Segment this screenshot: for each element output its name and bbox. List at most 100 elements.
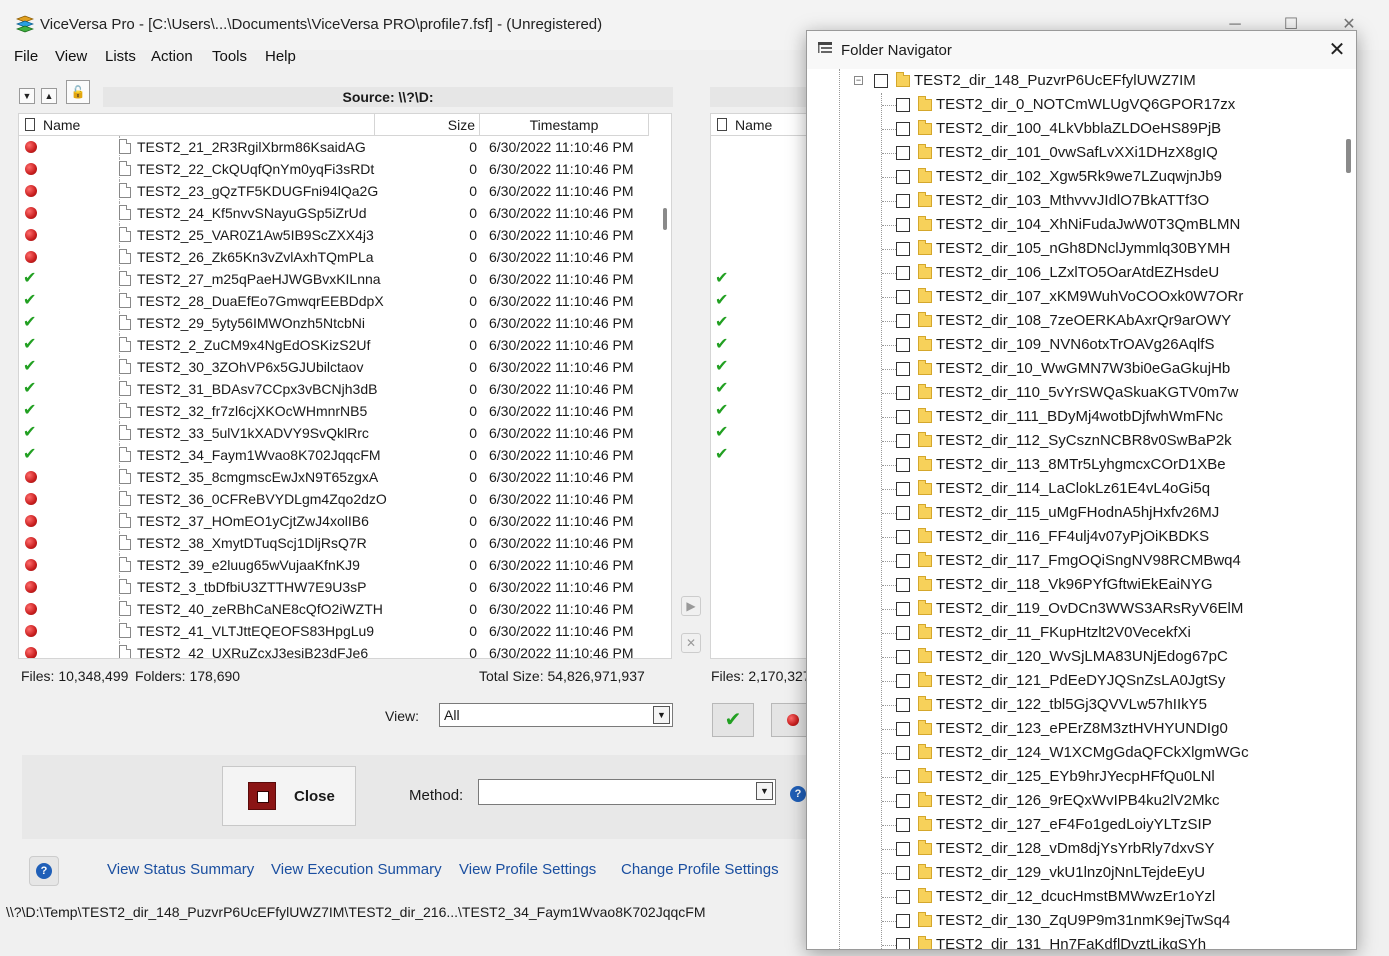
tree-item[interactable]: TEST2_dir_12_dcucHmstBMWwzEr1oYzl (807, 885, 1343, 909)
column-header-size[interactable]: Size (375, 114, 480, 136)
folder-tree-scrollbar[interactable] (1343, 69, 1356, 949)
source-scrollbar[interactable] (659, 136, 671, 658)
tree-item[interactable]: TEST2_dir_119_OvDCn3WWS3ARsRyV6ElM (807, 597, 1343, 621)
view-select[interactable]: All ▼ (439, 703, 673, 727)
table-row[interactable]: ✔ TEST2_33_5ulV1kXADVY9SvQklRrc 0 6/30/2022… (19, 422, 659, 444)
table-row[interactable]: TEST2_42_UXRuZcxJ3esiB23dFJe6 0 6/30/2022 … (19, 642, 659, 658)
folder-tree-scroll-thumb[interactable] (1346, 139, 1351, 173)
source-scroll-thumb[interactable] (663, 208, 667, 230)
menu-lists[interactable]: Lists (105, 48, 136, 65)
table-row[interactable]: ✔ TEST2_31_BDAsv7CCpx3vBCNjh3dB 0 6/30/2022… (19, 378, 659, 400)
menu-file[interactable]: File (14, 48, 38, 65)
table-row[interactable]: TEST2_22_CkQUqfQnYm0yqFi3sRDt 0 6/30/2022 … (19, 158, 659, 180)
tree-item[interactable]: TEST2_dir_107_xKM9WuhVoCOOxk0W7ORr (807, 285, 1343, 309)
link-change-profile-settings[interactable]: Change Profile Settings (621, 861, 779, 878)
tree-item[interactable]: TEST2_dir_129_vkU1lnz0jNnLTejdeEyU (807, 861, 1343, 885)
folder-checkbox[interactable] (896, 674, 910, 688)
tree-item[interactable]: TEST2_dir_121_PdEeDYJQSnZsLA0JgtSy (807, 669, 1343, 693)
tree-item[interactable]: TEST2_dir_101_0vwSafLvXXi1DHzX8gIQ (807, 141, 1343, 165)
tree-item[interactable]: TEST2_dir_122_tbl5Gj3QVVLw57hIIkY5 (807, 693, 1343, 717)
chevron-down-icon[interactable]: ▼ (756, 782, 773, 800)
folder-checkbox[interactable] (896, 866, 910, 880)
folder-checkbox[interactable] (896, 146, 910, 160)
folder-checkbox[interactable] (896, 794, 910, 808)
chevron-down-icon[interactable]: ▼ (653, 706, 670, 724)
table-row[interactable]: TEST2_25_VAR0Z1Aw5IB9ScZXX4j3 0 6/30/2022 … (19, 224, 659, 246)
folder-checkbox[interactable] (896, 626, 910, 640)
table-row[interactable]: TEST2_23_gQzTF5KDUGFni94lQa2G 0 6/30/2022 … (19, 180, 659, 202)
tree-item[interactable]: TEST2_dir_108_7zeOERKAbAxrQr9arOWY (807, 309, 1343, 333)
table-row[interactable]: TEST2_24_Kf5nvvSNayuGSp5iZrUd 0 6/30/2022 … (19, 202, 659, 224)
folder-checkbox[interactable] (896, 194, 910, 208)
folder-checkbox[interactable] (896, 938, 910, 949)
folder-checkbox[interactable] (896, 482, 910, 496)
help-button[interactable]: ? (29, 856, 59, 886)
menu-help[interactable]: Help (265, 48, 296, 65)
scroll-down-button[interactable]: ▼ (19, 88, 35, 104)
table-row[interactable]: TEST2_3_tbDfbiU3ZTTHW7E9U3sP 0 6/30/2022 1… (19, 576, 659, 598)
folder-checkbox[interactable] (896, 434, 910, 448)
folder-checkbox[interactable] (896, 218, 910, 232)
tree-item[interactable]: TEST2_dir_112_SyCsznNCBR8v0SwBaP2k (807, 429, 1343, 453)
tree-item[interactable]: TEST2_dir_126_9rEQxWvIPB4ku2lV2Mkc (807, 789, 1343, 813)
link-view-execution-summary[interactable]: View Execution Summary (271, 861, 442, 878)
tree-item[interactable]: TEST2_dir_0_NOTCmWLUgVQ6GPOR17zx (807, 93, 1343, 117)
tree-item[interactable]: TEST2_dir_10_WwGMN7W3bi0eGaGkujHb (807, 357, 1343, 381)
folder-tree[interactable]: − TEST2_dir_148_PuzvrP6UcEFfylUWZ7IM TEST2… (807, 69, 1343, 949)
folder-checkbox[interactable] (896, 530, 910, 544)
folder-checkbox[interactable] (896, 338, 910, 352)
menu-view[interactable]: View (55, 48, 87, 65)
table-row[interactable]: TEST2_39_e2luug65wVujaaKfnKJ9 0 6/30/2022 … (19, 554, 659, 576)
tree-item[interactable]: TEST2_dir_127_eF4Fo1gedLoiyYLTzSIP (807, 813, 1343, 837)
tree-item[interactable]: TEST2_dir_105_nGh8DNclJymmlq30BYMH (807, 237, 1343, 261)
tree-item[interactable]: TEST2_dir_124_W1XCMgGdaQFCkXlgmWGc (807, 741, 1343, 765)
tree-item[interactable]: TEST2_dir_104_XhNiFudaJwW0T3QmBLMN (807, 213, 1343, 237)
folder-checkbox[interactable] (896, 290, 910, 304)
folder-checkbox[interactable] (896, 746, 910, 760)
table-row[interactable]: TEST2_21_2R3RgilXbrm86KsaidAG 0 6/30/2022 … (19, 136, 659, 158)
source-file-list[interactable]: Name Size Timestamp TEST2_21_2R3RgilXbrm… (18, 113, 672, 659)
folder-checkbox[interactable] (896, 98, 910, 112)
table-row[interactable]: TEST2_38_XmytDTuqScj1DljRsQ7R 0 6/30/2022 … (19, 532, 659, 554)
scroll-up-button[interactable]: ▲ (41, 88, 57, 104)
tree-item[interactable]: TEST2_dir_123_ePErZ8M3ztHVHYUNDIg0 (807, 717, 1343, 741)
folder-checkbox[interactable] (896, 362, 910, 376)
target-file-list[interactable]: Name ✔ ✔ ✔ ✔ ✔ ✔ ✔ ✔ ✔ (710, 113, 810, 659)
folder-checkbox[interactable] (874, 74, 888, 88)
table-row[interactable]: TEST2_37_HOmEO1yCjtZwJ4xolIB6 0 6/30/2022 … (19, 510, 659, 532)
copy-right-button[interactable]: ▶ (681, 596, 701, 616)
tree-item[interactable]: TEST2_dir_11_FKupHtzlt2V0VecekfXi (807, 621, 1343, 645)
tree-item[interactable]: TEST2_dir_113_8MTr5LyhgmcxCOrD1XBe (807, 453, 1343, 477)
folder-checkbox[interactable] (896, 554, 910, 568)
folder-checkbox[interactable] (896, 890, 910, 904)
folder-checkbox[interactable] (896, 122, 910, 136)
tree-item[interactable]: TEST2_dir_109_NVN6otxTrOAVg26AqlfS (807, 333, 1343, 357)
tree-root-item[interactable]: − TEST2_dir_148_PuzvrP6UcEFfylUWZ7IM (807, 69, 1343, 93)
column-header-name[interactable]: Name (19, 114, 375, 136)
folder-checkbox[interactable] (896, 650, 910, 664)
table-row[interactable]: ✔ TEST2_28_DuaEfEo7GmwqrEEBDdpX 0 6/30/2022… (19, 290, 659, 312)
table-row[interactable]: ✔ TEST2_27_m25qPaeHJWGBvxKILnna 0 6/30/2022… (19, 268, 659, 290)
table-row[interactable]: ✔ TEST2_34_Faym1Wvao8K702JqqcFM 0 6/30/2022… (19, 444, 659, 466)
delete-button[interactable]: ✕ (681, 633, 701, 653)
tree-item[interactable]: TEST2_dir_117_FmgOQiSngNV98RCMBwq4 (807, 549, 1343, 573)
menu-action[interactable]: Action (151, 48, 193, 65)
tree-item[interactable]: TEST2_dir_118_Vk96PYfGftwiEkEaiNYG (807, 573, 1343, 597)
folder-checkbox[interactable] (896, 722, 910, 736)
folder-checkbox[interactable] (896, 914, 910, 928)
reject-button[interactable] (771, 703, 811, 737)
method-select[interactable]: ▼ (478, 779, 776, 805)
tree-item[interactable]: TEST2_dir_128_vDm8djYsYrbRly7dxvSY (807, 837, 1343, 861)
folder-checkbox[interactable] (896, 410, 910, 424)
folder-checkbox[interactable] (896, 458, 910, 472)
table-row[interactable]: TEST2_36_0CFReBVYDLgm4Zqo2dzO 0 6/30/2022 … (19, 488, 659, 510)
target-column-header-name[interactable]: Name (711, 114, 809, 136)
folder-checkbox[interactable] (896, 314, 910, 328)
folder-checkbox[interactable] (896, 170, 910, 184)
folder-checkbox[interactable] (896, 578, 910, 592)
close-button[interactable]: Close (222, 766, 356, 826)
folder-checkbox[interactable] (896, 242, 910, 256)
help-icon[interactable]: ? (790, 786, 806, 802)
table-row[interactable]: TEST2_35_8cmgmscEwJxN9T65zgxA 0 6/30/2022 … (19, 466, 659, 488)
close-icon[interactable]: ✕ (1325, 38, 1349, 62)
